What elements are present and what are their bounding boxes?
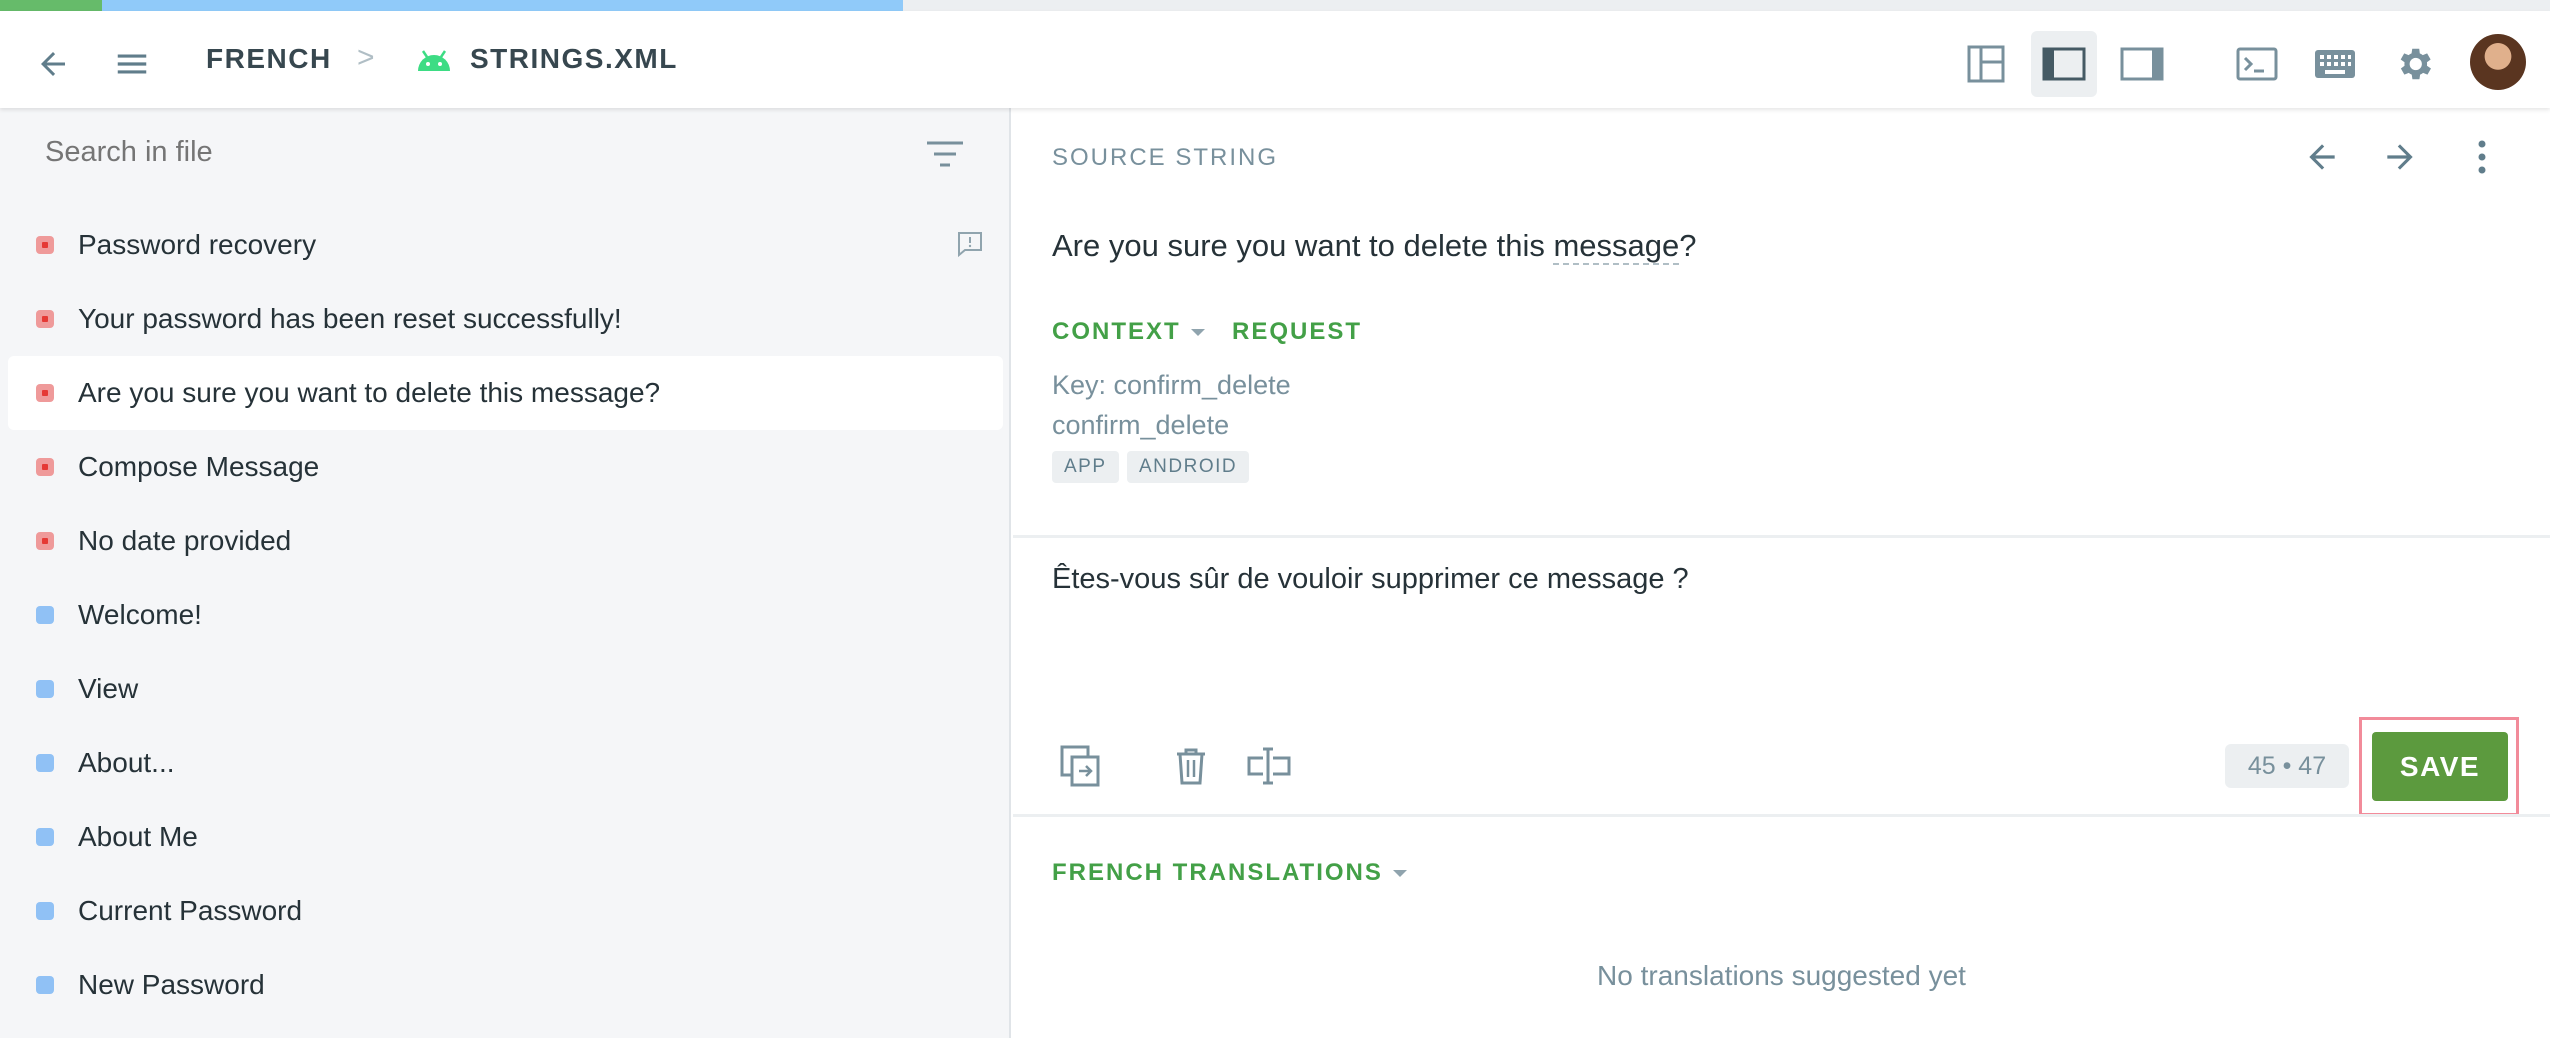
string-list: Password recovery Your password has been … — [8, 208, 1003, 1022]
menu-icon[interactable] — [99, 31, 165, 97]
no-translations-message: No translations suggested yet — [1597, 960, 1966, 991]
save-button[interactable]: SAVE — [2372, 732, 2508, 801]
string-list-item-label: Welcome! — [78, 599, 202, 630]
top-bar: FRENCH > STRINGS.XML — [0, 11, 2550, 108]
tab-context[interactable]: CONTEXT — [1052, 318, 1205, 346]
string-list-item-label: Compose Message — [78, 451, 320, 482]
status-indicator-icon — [36, 680, 54, 698]
tab-context-label: CONTEXT — [1052, 318, 1181, 345]
string-list-item-label: View — [78, 673, 139, 704]
string-list-item[interactable]: Are you sure you want to delete this mes… — [8, 356, 1003, 430]
string-list-item[interactable]: No date provided — [8, 504, 1003, 578]
layout-grid-icon[interactable] — [1953, 31, 2019, 97]
more-options-icon[interactable] — [2473, 138, 2491, 181]
french-translations-toggle[interactable]: FRENCH TRANSLATIONS — [1052, 859, 1407, 887]
source-text-part: ? — [1679, 228, 1697, 263]
status-indicator-icon — [36, 310, 54, 328]
string-list-item-label: About... — [78, 747, 175, 778]
string-list-item[interactable]: Welcome! — [8, 578, 1003, 652]
string-list-item-label: Password recovery — [78, 229, 317, 260]
trash-icon[interactable] — [1163, 738, 1219, 794]
divider — [1013, 814, 2550, 817]
editor-panel: SOURCE STRING Are you sure you want to d… — [1013, 108, 2550, 1038]
string-list-item-label: About Me — [78, 821, 198, 852]
string-key: Key: confirm_delete — [1052, 370, 1291, 400]
status-indicator-icon — [36, 236, 54, 254]
gear-icon[interactable] — [2381, 31, 2447, 97]
string-list-item-label: New Password — [78, 969, 265, 1000]
character-count: 45 • 47 — [2225, 744, 2349, 788]
android-icon — [414, 45, 454, 78]
string-list-item[interactable]: Compose Message — [8, 430, 1003, 504]
chevron-down-icon — [1392, 870, 1407, 878]
tag-app: APP — [1052, 451, 1119, 483]
string-list-item[interactable]: Password recovery — [8, 208, 1003, 282]
breadcrumb-locale[interactable]: FRENCH — [206, 43, 332, 75]
copy-source-icon[interactable] — [1052, 738, 1108, 794]
string-list-item[interactable]: Your password has been reset successfull… — [8, 282, 1003, 356]
terminal-icon[interactable] — [2224, 31, 2290, 97]
breadcrumb-separator: > — [357, 41, 375, 74]
status-indicator-icon — [36, 828, 54, 846]
status-indicator-icon — [36, 902, 54, 920]
previous-string-arrow-icon[interactable] — [2303, 138, 2341, 181]
string-list-item-label: Current Password — [78, 895, 303, 926]
french-translations-label: FRENCH TRANSLATIONS — [1052, 859, 1383, 886]
string-list-item[interactable]: View — [8, 652, 1003, 726]
status-indicator-icon — [36, 532, 54, 550]
source-string-label: SOURCE STRING — [1052, 144, 1279, 171]
translation-input[interactable]: Êtes-vous sûr de vouloir supprimer ce me… — [1052, 563, 2452, 629]
text-cursor-icon[interactable] — [1241, 738, 1297, 794]
status-indicator-icon — [36, 384, 54, 402]
string-list-item[interactable]: About... — [8, 726, 1003, 800]
avatar[interactable] — [2470, 34, 2526, 90]
string-list-item-label: Your password has been reset successfull… — [78, 303, 622, 334]
comment-icon[interactable] — [956, 230, 984, 263]
search-input[interactable] — [45, 136, 895, 169]
string-list-item[interactable]: New Password — [8, 948, 1003, 1022]
string-list-item-label: No date provided — [78, 525, 292, 556]
tab-request[interactable]: REQUEST — [1232, 318, 1362, 346]
status-indicator-icon — [36, 606, 54, 624]
source-text-part: Are you sure you want to delete this — [1052, 228, 1554, 263]
translated-progress — [102, 0, 903, 11]
source-string-text: Are you sure you want to delete this mes… — [1052, 228, 1697, 265]
back-arrow-icon[interactable] — [20, 31, 86, 97]
chevron-down-icon — [1190, 329, 1205, 337]
status-indicator-icon — [36, 754, 54, 772]
filter-icon[interactable] — [925, 138, 965, 175]
breadcrumb-file[interactable]: STRINGS.XML — [470, 43, 678, 75]
string-list-item-label: Are you sure you want to delete this mes… — [78, 377, 661, 408]
string-list-panel: Password recovery Your password has been … — [0, 108, 1011, 1038]
string-list-item[interactable]: About Me — [8, 800, 1003, 874]
string-identifier: confirm_delete — [1052, 410, 1230, 440]
tag-android: ANDROID — [1127, 451, 1250, 483]
translation-progress-bar — [0, 0, 2550, 11]
divider — [1013, 535, 2550, 538]
layout-left-icon[interactable] — [2031, 31, 2097, 97]
layout-right-icon[interactable] — [2109, 31, 2175, 97]
next-string-arrow-icon[interactable] — [2381, 138, 2419, 181]
status-indicator-icon — [36, 458, 54, 476]
glossary-term[interactable]: message — [1553, 228, 1680, 265]
keyboard-icon[interactable] — [2302, 31, 2368, 97]
approved-progress — [0, 0, 102, 11]
status-indicator-icon — [36, 976, 54, 994]
string-list-item[interactable]: Current Password — [8, 874, 1003, 948]
